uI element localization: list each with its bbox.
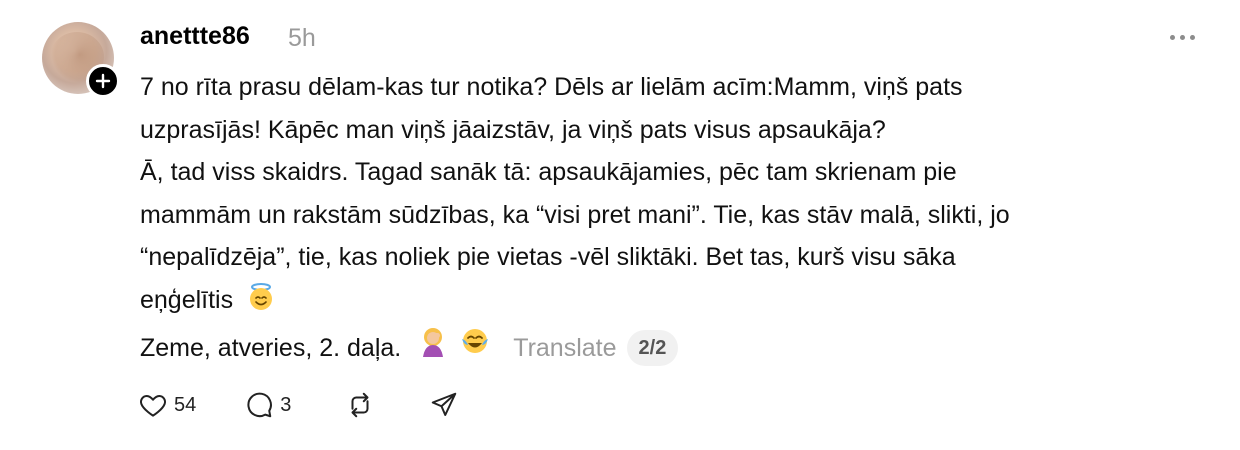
- smiling-face-with-halo-icon: [246, 282, 276, 326]
- share-button[interactable]: [429, 390, 459, 420]
- repost-icon: [351, 392, 369, 418]
- post-line: mammām un rakstām sūdzības, ka “visi pre…: [140, 200, 1010, 229]
- more-options-button[interactable]: [1170, 28, 1200, 46]
- post-line: uzprasījās! Kāpēc man viņš jāaizstāv, ja…: [140, 115, 886, 144]
- more-dot-icon: [1190, 34, 1195, 40]
- send-icon: [432, 392, 457, 416]
- username[interactable]: anettte86: [140, 22, 250, 51]
- post-line: Zeme, atveries, 2. daļa.: [140, 333, 402, 362]
- woman-facepalming-icon: [417, 325, 449, 371]
- post-body: 7 no rīta prasu dēlam-kas tur notika? Dē…: [140, 66, 1200, 371]
- post-last-line: Zeme, atveries, 2. daļa. Translate 2/2: [140, 325, 1200, 371]
- post-time[interactable]: 5h: [288, 24, 316, 53]
- reply-count: 3: [280, 393, 292, 416]
- comment-icon: [247, 392, 273, 418]
- repost-button[interactable]: [345, 390, 375, 420]
- like-count: 54: [174, 393, 197, 416]
- more-dot-icon: [1180, 34, 1185, 40]
- plus-icon: [95, 73, 111, 89]
- translate-button[interactable]: Translate: [513, 327, 616, 370]
- reply-button[interactable]: 3: [244, 390, 291, 420]
- post-line: “nepalīdzēja”, tie, kas noliek pie vieta…: [140, 243, 956, 271]
- post-line-with-emoji: eņģelītis: [140, 279, 1200, 326]
- post-actions: 54 3: [138, 390, 459, 420]
- like-button[interactable]: 54: [138, 390, 196, 420]
- page-indicator-badge[interactable]: 2/2: [626, 329, 679, 366]
- more-dot-icon: [1170, 34, 1175, 40]
- face-with-tears-of-joy-icon: [459, 325, 491, 371]
- post-line: Ā, tad viss skaidrs. Tagad sanāk tā: aps…: [140, 158, 957, 186]
- post-line: 7 no rīta prasu dēlam-kas tur notika? Dē…: [140, 73, 963, 101]
- heart-icon: [140, 395, 166, 417]
- follow-button[interactable]: [86, 64, 120, 98]
- post-line: eņģelītis: [140, 285, 234, 314]
